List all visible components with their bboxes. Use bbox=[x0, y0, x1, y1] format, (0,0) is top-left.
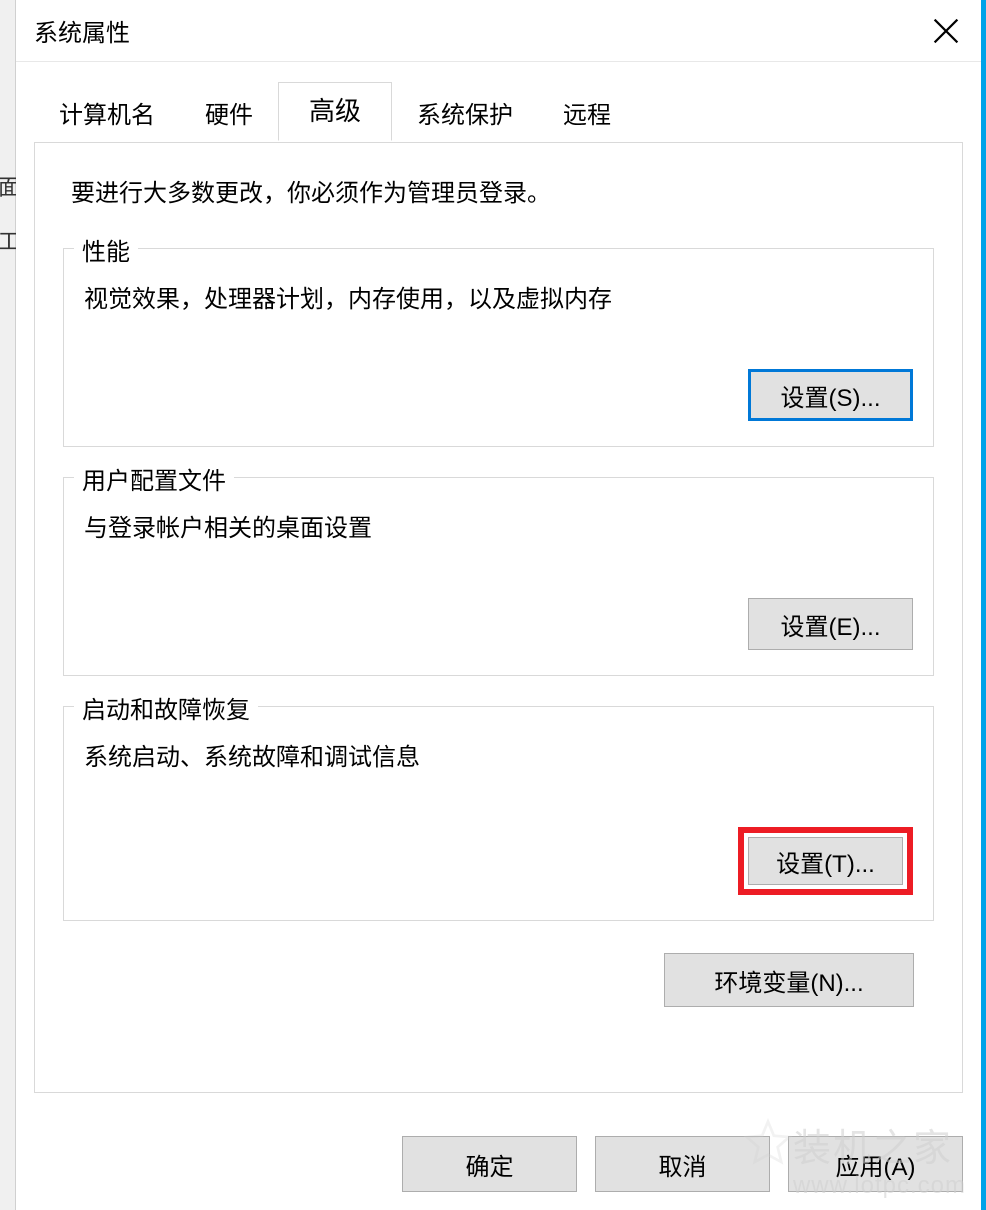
ok-button[interactable]: 确定 bbox=[402, 1136, 577, 1192]
startup-button-row: 设置(T)... bbox=[84, 827, 913, 895]
userprofile-button-row: 设置(E)... bbox=[84, 598, 913, 650]
window-title: 系统属性 bbox=[34, 13, 130, 48]
environment-variables-button[interactable]: 环境变量(N)... bbox=[664, 953, 914, 1007]
userprofile-settings-button[interactable]: 设置(E)... bbox=[748, 598, 913, 650]
dialog-footer-buttons: 确定 取消 应用(A) bbox=[402, 1136, 963, 1192]
tab-content-advanced: 要进行大多数更改，你必须作为管理员登录。 性能 视觉效果，处理器计划，内存使用，… bbox=[34, 143, 963, 1093]
tab-computer-name[interactable]: 计算机名 bbox=[34, 84, 180, 142]
performance-legend: 性能 bbox=[74, 232, 138, 267]
userprofile-legend: 用户配置文件 bbox=[74, 461, 234, 496]
tab-system-protection[interactable]: 系统保护 bbox=[392, 84, 538, 142]
close-icon bbox=[933, 18, 959, 44]
close-button[interactable] bbox=[911, 0, 981, 62]
red-highlight-annotation: 设置(T)... bbox=[738, 827, 913, 895]
startup-desc: 系统启动、系统故障和调试信息 bbox=[84, 737, 913, 772]
admin-note-text: 要进行大多数更改，你必须作为管理员登录。 bbox=[63, 173, 934, 208]
userprofile-group: 用户配置文件 与登录帐户相关的桌面设置 设置(E)... bbox=[63, 477, 934, 676]
tab-hardware[interactable]: 硬件 bbox=[180, 84, 278, 142]
performance-desc: 视觉效果，处理器计划，内存使用，以及虚拟内存 bbox=[84, 279, 913, 314]
window-body: 计算机名 硬件 高级 系统保护 远程 要进行大多数更改，你必须作为管理员登录。 … bbox=[16, 62, 981, 1210]
titlebar: 系统属性 bbox=[16, 0, 981, 62]
cancel-button[interactable]: 取消 bbox=[595, 1136, 770, 1192]
performance-group: 性能 视觉效果，处理器计划，内存使用，以及虚拟内存 设置(S)... bbox=[63, 248, 934, 447]
env-variables-row: 环境变量(N)... bbox=[63, 953, 934, 1007]
apply-button[interactable]: 应用(A) bbox=[788, 1136, 963, 1192]
system-properties-window: 系统属性 计算机名 硬件 高级 系统保护 远程 要进行大多数更改，你必须作为管理… bbox=[16, 0, 981, 1210]
background-left-strip: 面 工 bbox=[0, 0, 16, 1210]
performance-button-row: 设置(S)... bbox=[84, 369, 913, 421]
tab-remote[interactable]: 远程 bbox=[538, 84, 636, 142]
userprofile-desc: 与登录帐户相关的桌面设置 bbox=[84, 508, 913, 543]
performance-settings-button[interactable]: 设置(S)... bbox=[748, 369, 913, 421]
tab-strip: 计算机名 硬件 高级 系统保护 远程 bbox=[34, 84, 963, 143]
startup-legend: 启动和故障恢复 bbox=[74, 690, 258, 725]
startup-settings-button[interactable]: 设置(T)... bbox=[748, 837, 903, 885]
startup-group: 启动和故障恢复 系统启动、系统故障和调试信息 设置(T)... bbox=[63, 706, 934, 921]
tab-advanced[interactable]: 高级 bbox=[278, 82, 392, 141]
